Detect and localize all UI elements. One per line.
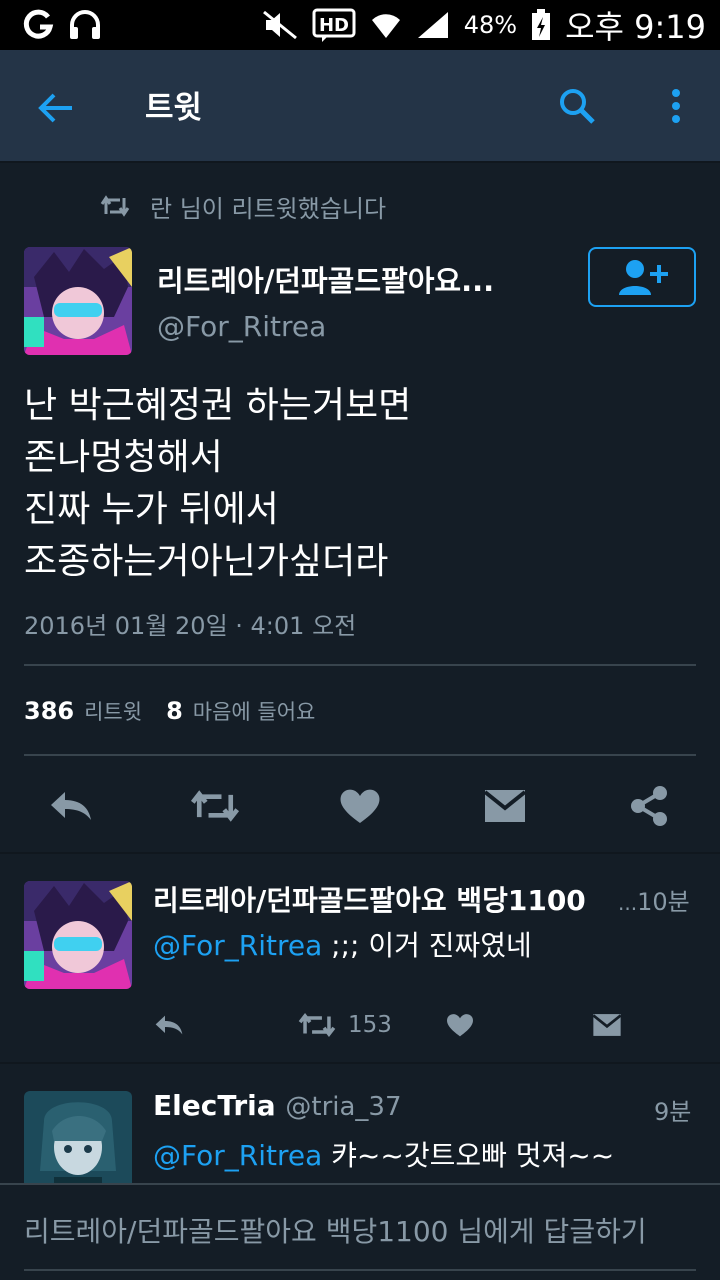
message-icon [483, 790, 527, 822]
battery-percent: 48% [463, 11, 518, 39]
add-user-icon [619, 260, 668, 295]
like-count-label[interactable]: 마음에 들어요 [193, 696, 316, 726]
avatar-image [24, 881, 132, 989]
search-button[interactable] [555, 84, 599, 128]
hd-voice-icon: HD [312, 8, 356, 42]
avatar[interactable] [24, 247, 132, 355]
signal-icon [416, 10, 450, 40]
author-handle[interactable]: @For_Ritrea [157, 310, 326, 343]
retweet-icon [190, 790, 240, 822]
clock: 오후 9:19 [565, 8, 706, 46]
reply-compose-bar [0, 1183, 720, 1280]
divider [24, 664, 696, 666]
tweet-text-line: 진짜 누가 뒤에서 [24, 489, 279, 530]
reply-time: 10분 [637, 888, 690, 916]
tweet-text-line: 난 박근혜정권 하는거보면 [24, 385, 412, 426]
direct-message-button[interactable] [480, 784, 530, 828]
reply-text-body: ;;; 이거 진짜였네 [322, 929, 532, 962]
app-notification-icon [22, 9, 54, 41]
reply-message-button[interactable] [592, 1012, 622, 1038]
mention-link[interactable]: @For_Ritrea [153, 1139, 322, 1172]
tweet-text-line: 존나멍청해서 [24, 437, 223, 478]
status-bar: HD 48% 오후 9:19 [0, 0, 720, 50]
reply-time: 9분 [654, 1098, 692, 1126]
retweet-button[interactable] [190, 784, 240, 828]
reply-avatar[interactable] [24, 881, 132, 989]
divider [0, 852, 720, 854]
page-title: 트윗 [145, 90, 203, 126]
divider [0, 1062, 720, 1064]
reply-icon [155, 1015, 183, 1035]
battery-charging-icon [531, 9, 551, 41]
like-button[interactable] [335, 784, 385, 828]
reply-input[interactable] [24, 1201, 696, 1261]
reply-author-handle[interactable]: @tria_37 [285, 1092, 401, 1122]
reply-name-ellipsis: ... [618, 891, 638, 915]
reply-icon [51, 792, 91, 820]
more-vert-icon [672, 89, 680, 123]
back-button[interactable] [34, 86, 78, 130]
tweet-actions [0, 770, 720, 842]
reply-button[interactable] [46, 784, 96, 828]
more-options-button[interactable] [660, 84, 692, 128]
reply-retweet-count: 153 [348, 1012, 392, 1038]
share-icon [631, 786, 667, 826]
like-count[interactable]: 8 [166, 697, 183, 725]
input-underline [24, 1269, 696, 1271]
reply-author-name[interactable]: ElecTria [153, 1089, 276, 1122]
mute-icon [262, 10, 298, 40]
reply-author-name[interactable]: 리트레아/던파골드팔아요 백당1100 [153, 879, 586, 919]
svg-text:HD: HD [319, 15, 349, 36]
tweet-timestamp: 2016년 01월 20일 · 4:01 오전 [24, 612, 357, 640]
headphones-icon [68, 9, 102, 41]
heart-icon [340, 789, 380, 823]
divider [24, 754, 696, 756]
mention-link[interactable]: @For_Ritrea [153, 929, 322, 962]
retweet-context-label: 란 님이 리트윗했습니다 [150, 194, 387, 223]
tweet-text: 난 박근혜정권 하는거보면 존나멍청해서 진짜 누가 뒤에서 조종하는거아닌가싶… [24, 380, 704, 588]
reply-like-button[interactable] [446, 1012, 474, 1038]
wifi-icon [370, 10, 402, 40]
follow-button[interactable] [588, 247, 696, 307]
reply-retweet-button[interactable]: 153 [298, 1012, 392, 1038]
back-arrow-icon [38, 93, 72, 123]
search-icon [560, 89, 595, 124]
retweet-icon [100, 195, 130, 217]
retweet-icon [298, 1012, 336, 1038]
tweet-stats: 386 리트윗 8 마음에 들어요 [24, 696, 315, 726]
share-button[interactable] [624, 784, 674, 828]
reply-text-body: 캬~~갓트오빠 멋져~~ [322, 1139, 615, 1172]
avatar-image [24, 247, 132, 355]
retweet-count[interactable]: 386 [24, 697, 74, 725]
reply-text: @For_Ritrea ;;; 이거 진짜였네 [153, 924, 532, 964]
reply-author[interactable]: ElecTria @tria_37 [153, 1089, 402, 1122]
tweet-text-line: 조종하는거아닌가싶더라 [24, 541, 389, 582]
app-bar: 트윗 [0, 50, 720, 163]
reply-reply-button[interactable] [153, 1012, 185, 1038]
heart-icon [447, 1014, 473, 1037]
retweet-context[interactable]: 란 님이 리트윗했습니다 [100, 188, 386, 224]
message-icon [592, 1014, 622, 1036]
retweet-count-label[interactable]: 리트윗 [84, 696, 142, 726]
author-name[interactable]: 리트레아/던파골드팔아요... [157, 258, 494, 300]
reply-text: @For_Ritrea 캬~~갓트오빠 멋져~~ [153, 1134, 614, 1174]
